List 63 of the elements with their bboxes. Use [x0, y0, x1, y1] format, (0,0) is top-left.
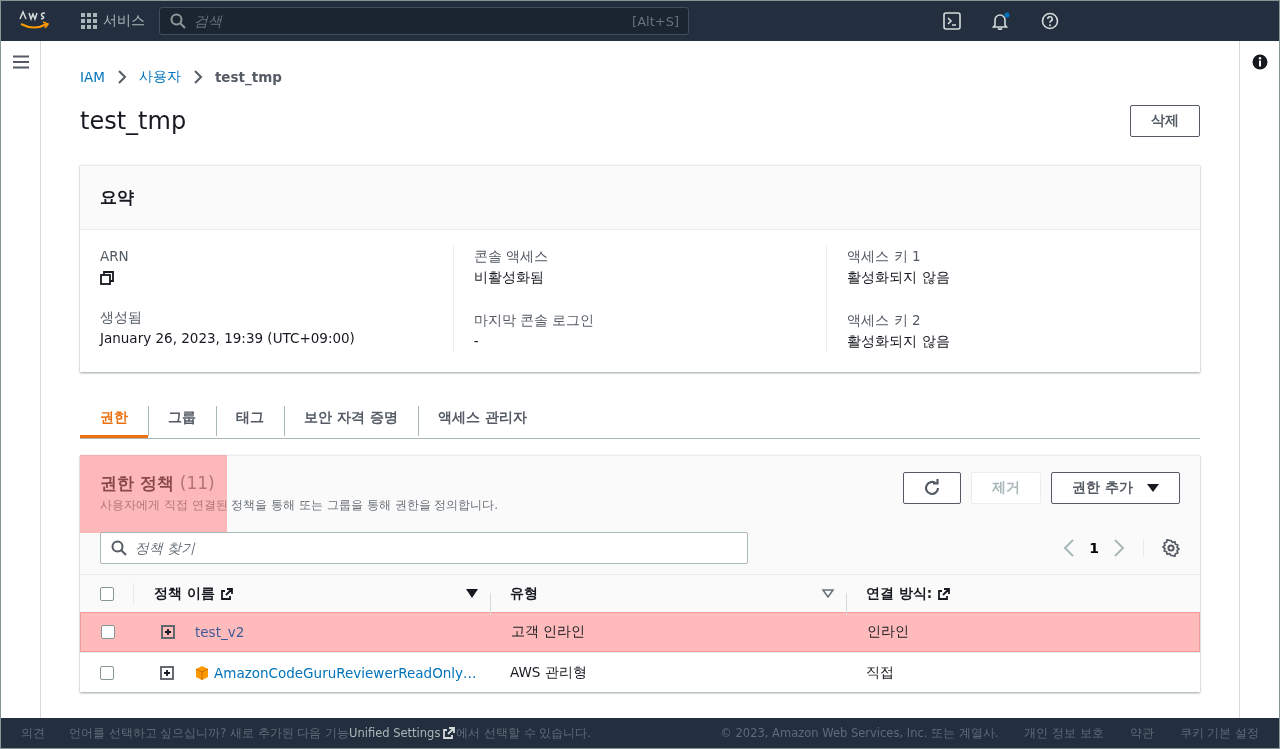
page-title: test_tmp [80, 107, 187, 135]
field-label: 마지막 콘솔 로그인 [473, 311, 596, 330]
panel-title: 권한 정책 (11) [100, 472, 216, 495]
services-menu-button[interactable]: 서비스 [81, 12, 145, 30]
policy-link[interactable]: AmazonCodeGuruReviewerReadOnly… [214, 664, 477, 681]
external-link-icon[interactable] [219, 586, 234, 601]
help-icon[interactable] [1041, 12, 1059, 30]
external-link-icon [442, 726, 457, 740]
settings-icon[interactable] [1162, 539, 1180, 557]
tab[interactable]: 태그 [216, 400, 284, 438]
copy-icon[interactable] [100, 271, 114, 285]
field-value: - [473, 332, 480, 351]
refresh-icon [923, 479, 942, 497]
breadcrumb-link[interactable]: IAM [80, 69, 105, 85]
search-field[interactable]: 정책 찾기 [100, 532, 748, 564]
table-cell-text: 고객 인라인 [510, 623, 587, 641]
grid-icon [81, 13, 97, 29]
table-cell-text: AWS 관리형 [509, 663, 588, 682]
row-checkbox[interactable] [101, 625, 115, 639]
select-all-checkbox[interactable] [99, 586, 114, 601]
search-icon [111, 540, 127, 556]
page-number[interactable]: 1 [1089, 540, 1099, 556]
table-cell-text: 직접 [865, 663, 895, 682]
menu-icon[interactable] [12, 55, 29, 69]
tab[interactable]: 보안 자격 증명 [284, 400, 418, 438]
field-value: January 26, 2023, 19:39 (UTC+09:00) [100, 329, 356, 348]
column-header[interactable]: 유형 [510, 584, 538, 603]
external-link-icon[interactable] [937, 586, 952, 601]
terminal-icon[interactable] [943, 12, 961, 30]
field-label: 액세스 키 2 [847, 311, 922, 330]
expand-icon[interactable] [160, 665, 174, 680]
policy-link[interactable]: test_v2 [195, 624, 245, 640]
field-label: ARN [100, 247, 130, 266]
chevron-right-icon [116, 70, 127, 84]
tab[interactable]: 액세스 관리자 [417, 400, 547, 438]
expand-icon[interactable] [161, 625, 175, 639]
notification-bell-icon[interactable] [991, 12, 1011, 30]
info-icon[interactable] [1251, 54, 1268, 70]
add-permissions-button[interactable]: 권한 추가 [1051, 472, 1180, 504]
field-label: 콘솔 액세스 [473, 247, 549, 266]
field-label: 생성됨 [100, 308, 143, 327]
shortcut-hint: [Alt+S] [632, 13, 679, 29]
caret-icon [1147, 484, 1159, 492]
column-header[interactable]: 연결 방식: [866, 584, 933, 603]
panel-title: 요약 [100, 186, 135, 209]
refresh-button[interactable] [903, 472, 962, 504]
delete-button[interactable]: 삭제 [1130, 105, 1200, 137]
field-value: 비활성화됨 [473, 268, 545, 287]
panel-description: 사용자에게 직접 연결된 정책을 통해 또는 그룹을 통해 권한을 정의합니다. [100, 497, 499, 514]
breadcrumb-link[interactable]: 사용자 [138, 68, 181, 86]
column-header[interactable]: 정책 이름 [154, 584, 215, 603]
table-cell-text: 인라인 [866, 623, 910, 641]
row-checkbox[interactable] [100, 665, 114, 680]
sort-down-icon[interactable] [466, 589, 478, 598]
breadcrumb-current: test_tmp [214, 69, 282, 85]
field-value: 활성화되지 않음 [847, 332, 951, 351]
field-value: 활성화되지 않음 [847, 268, 951, 287]
chevron-right-icon [192, 70, 203, 84]
field-label: 액세스 키 1 [847, 247, 922, 266]
search-icon [170, 13, 186, 29]
tab[interactable]: 그룹 [148, 400, 216, 438]
copyright-text: © 2023, Amazon Web Services, Inc. 또는 계열사. [720, 725, 999, 741]
unified-settings-link[interactable]: Unified Settings [349, 726, 457, 740]
